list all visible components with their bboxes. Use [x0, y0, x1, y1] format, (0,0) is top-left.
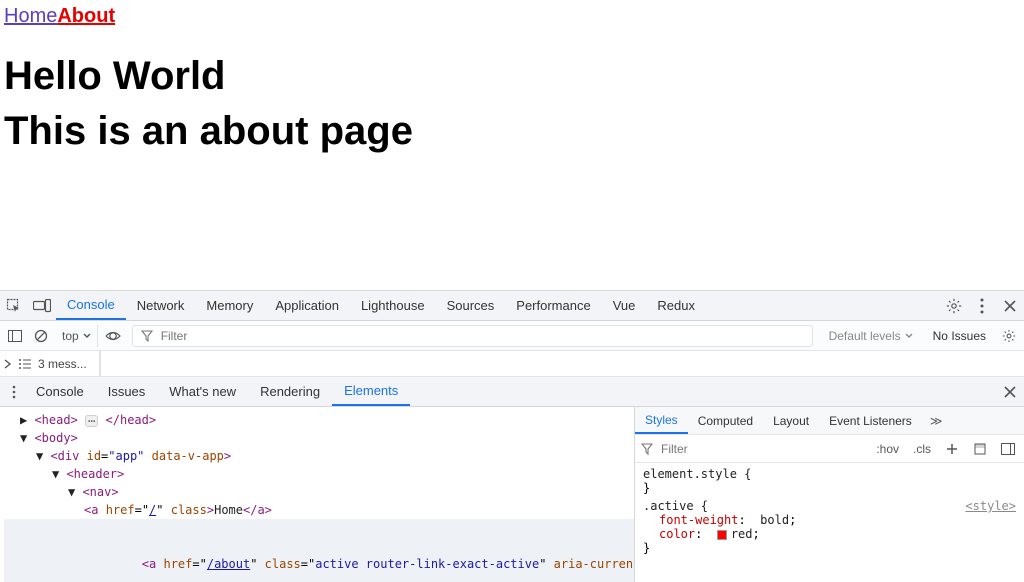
color-swatch-icon[interactable] [717, 530, 727, 540]
execution-context-select[interactable]: top [56, 325, 98, 347]
clear-console-icon[interactable] [30, 325, 52, 347]
device-toolbar-icon[interactable] [28, 292, 56, 320]
nav-link-about[interactable]: About [57, 5, 115, 27]
list-icon [18, 358, 32, 370]
gear-icon[interactable] [940, 292, 968, 320]
drawer-tab-elements[interactable]: Elements [332, 377, 410, 406]
console-messages-strip: 3 mess... [0, 351, 1024, 377]
tab-application[interactable]: Application [264, 291, 350, 320]
tab-redux[interactable]: Redux [646, 291, 706, 320]
context-label: top [62, 329, 79, 343]
styles-tab-styles[interactable]: Styles [635, 407, 688, 434]
more-tabs-icon[interactable]: ≫ [922, 414, 951, 428]
console-filter[interactable] [132, 325, 813, 347]
tab-sources[interactable]: Sources [436, 291, 506, 320]
page-heading-2: This is an about page [4, 109, 1020, 154]
console-settings-icon[interactable] [998, 325, 1020, 347]
sidebar-toggle-icon[interactable] [4, 325, 26, 347]
toggle-sidebar-icon[interactable] [998, 443, 1018, 455]
drawer-tab-issues[interactable]: Issues [96, 377, 158, 406]
styles-filter-bar: :hov .cls [635, 435, 1024, 463]
drawer-kebab-icon[interactable] [4, 378, 24, 406]
tab-console[interactable]: Console [56, 291, 126, 320]
styles-tab-computed[interactable]: Computed [688, 407, 763, 434]
hov-toggle[interactable]: :hov [873, 442, 902, 456]
styles-tab-eventlisteners[interactable]: Event Listeners [819, 407, 922, 434]
styles-filter-input[interactable] [659, 441, 865, 457]
computed-styles-icon[interactable] [970, 442, 990, 456]
close-icon[interactable] [996, 292, 1024, 320]
rule-source-link[interactable]: <style> [965, 499, 1016, 513]
devtools-panel: Console Network Memory Application Light… [0, 290, 1024, 582]
new-style-rule-icon[interactable] [942, 442, 962, 456]
page-heading-1: Hello World [4, 54, 1020, 99]
app-nav: HomeAbout [4, 4, 1020, 28]
devtools-drawer-tabs: Console Issues What's new Rendering Elem… [0, 377, 1024, 407]
chevron-down-icon [905, 332, 913, 340]
log-levels-label: Default levels [829, 329, 901, 343]
tab-vue[interactable]: Vue [602, 291, 647, 320]
styles-rules[interactable]: element.style { } <style> .active { font… [635, 463, 1024, 582]
console-filter-input[interactable] [159, 328, 804, 344]
page-content: HomeAbout Hello World This is an about p… [0, 0, 1024, 154]
inspect-element-icon[interactable] [0, 292, 28, 320]
tab-network[interactable]: Network [126, 291, 196, 320]
funnel-icon [141, 330, 153, 342]
drawer-close-icon[interactable] [996, 378, 1024, 406]
dom-tree[interactable]: ▶ <head> ⋯ </head> ▼ <body> ▼ <div id="a… [0, 407, 634, 582]
tab-memory[interactable]: Memory [195, 291, 264, 320]
drawer-tab-rendering[interactable]: Rendering [248, 377, 332, 406]
log-levels-select[interactable]: Default levels [821, 329, 921, 343]
tab-lighthouse[interactable]: Lighthouse [350, 291, 436, 320]
devtools-main-tabs: Console Network Memory Application Light… [0, 291, 1024, 321]
funnel-icon [641, 443, 653, 455]
styles-pane: Styles Computed Layout Event Listeners ≫… [634, 407, 1024, 582]
message-count[interactable]: 3 mess... [38, 357, 87, 371]
styles-tabs: Styles Computed Layout Event Listeners ≫ [635, 407, 1024, 435]
issues-status[interactable]: No Issues [925, 329, 994, 343]
cls-toggle[interactable]: .cls [910, 442, 934, 456]
rule-selector: element.style { [643, 467, 751, 481]
styles-tab-layout[interactable]: Layout [763, 407, 819, 434]
expand-icon[interactable] [4, 359, 12, 369]
elements-panel: ▶ <head> ⋯ </head> ▼ <body> ▼ <div id="a… [0, 407, 1024, 582]
tab-performance[interactable]: Performance [505, 291, 601, 320]
live-expression-icon[interactable] [102, 325, 124, 347]
drawer-tab-whatsnew[interactable]: What's new [157, 377, 248, 406]
nav-link-home[interactable]: Home [4, 5, 57, 27]
chevron-down-icon [83, 332, 91, 340]
drawer-tab-console[interactable]: Console [24, 377, 96, 406]
rule-selector: .active { [643, 499, 708, 513]
console-toolbar: top Default levels No Issues [0, 321, 1024, 351]
kebab-icon[interactable] [968, 292, 996, 320]
selected-dom-node[interactable]: ⋯ <a href="/about" class="active router-… [4, 519, 634, 582]
